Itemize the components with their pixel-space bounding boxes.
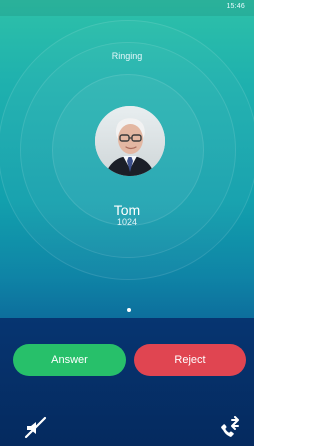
status-bar: 15:46 xyxy=(0,0,254,16)
mute-icon[interactable] xyxy=(24,416,48,440)
clock: 15:46 xyxy=(226,3,245,10)
caller-number: 1024 xyxy=(116,217,138,227)
transfer-icon[interactable] xyxy=(218,416,242,440)
page-indicator-dot xyxy=(127,308,131,312)
caller-name: Tom xyxy=(113,202,141,218)
speaker-muted-icon xyxy=(24,416,47,439)
caller-avatar xyxy=(95,106,165,176)
incoming-call-screen: 15:46 Ringing Tom 1024 Answer Reject xyxy=(0,0,254,446)
transfer-call-icon xyxy=(221,416,239,437)
answer-button[interactable]: Answer xyxy=(13,344,126,376)
call-state: Ringing xyxy=(111,51,143,61)
reject-button[interactable]: Reject xyxy=(134,344,246,376)
avatar-icon xyxy=(95,106,165,176)
